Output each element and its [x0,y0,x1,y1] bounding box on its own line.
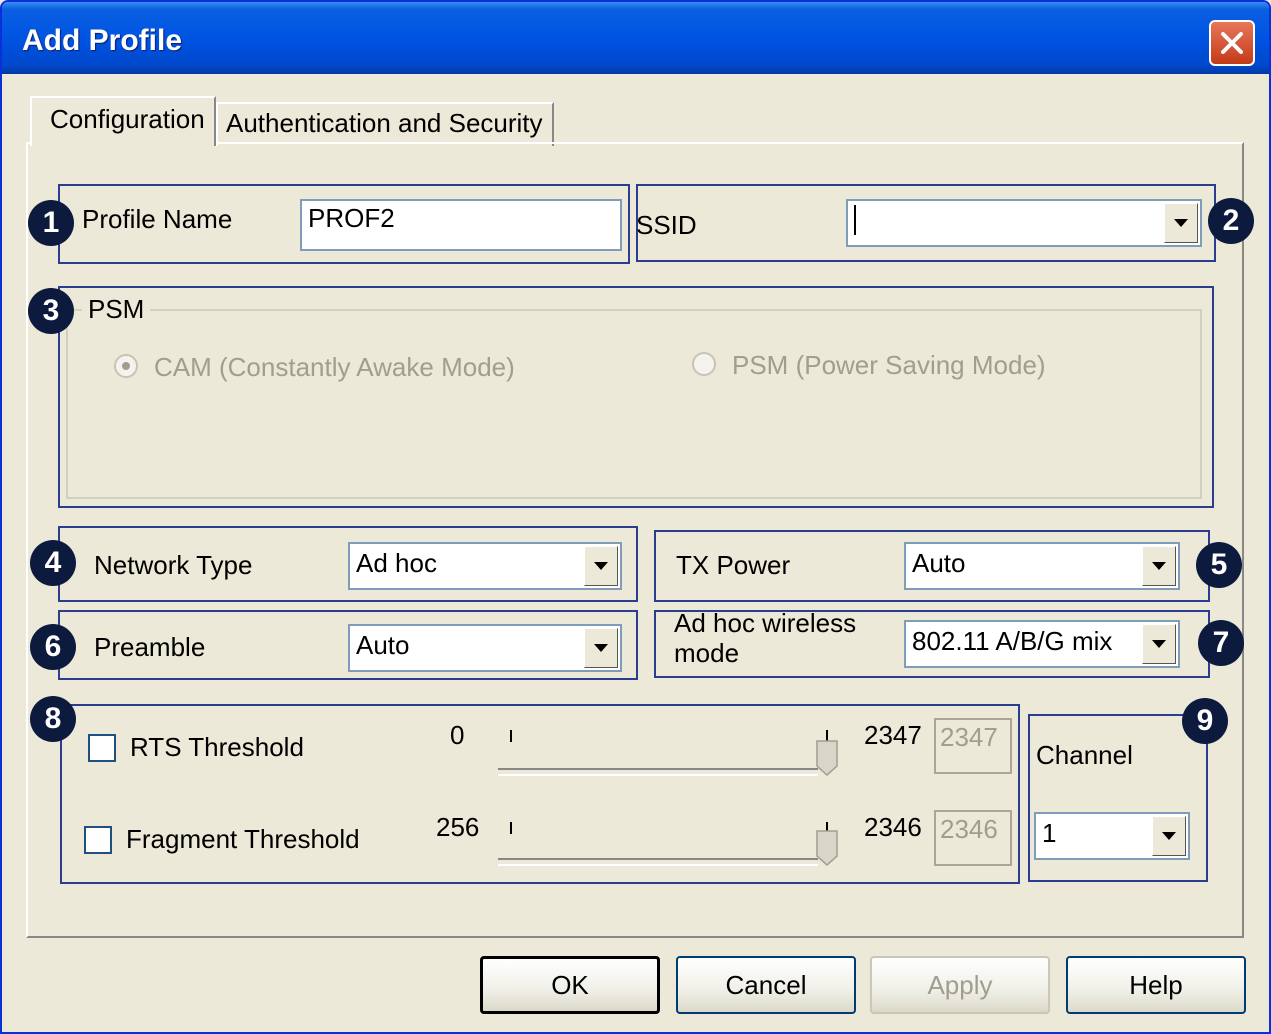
channel-value: 1 [1042,818,1057,848]
adhoc-mode-label-line1: Ad hoc wireless [674,608,857,638]
adhoc-mode-label: Ad hoc wireless mode [674,608,856,668]
rts-threshold-label: RTS Threshold [130,732,304,762]
callout-badge-1: 1 [28,200,74,246]
channel-label: Channel [1036,740,1133,770]
tab-authentication-security[interactable]: Authentication and Security [216,102,554,146]
tx-power-combo[interactable]: Auto [904,542,1180,590]
cam-label: CAM (Constantly Awake Mode) [154,352,515,382]
psm-radio[interactable] [692,352,716,376]
channel-combo[interactable]: 1 [1034,812,1190,860]
chevron-down-icon [594,644,608,652]
apply-button[interactable]: Apply [870,956,1050,1014]
channel-dropdown-button[interactable] [1152,816,1186,856]
callout-badge-2: 2 [1208,198,1254,244]
psm-option-label: PSM (Power Saving Mode) [732,350,1046,380]
rts-min-label: 0 [450,720,465,750]
fragment-slider-tick-min [510,822,512,834]
network-type-label: Network Type [94,550,253,580]
cam-radio[interactable] [114,354,138,378]
rts-value-field: 2347 [934,718,1012,774]
fragment-slider-thumb[interactable] [816,830,838,866]
window-title: Add Profile [22,24,183,57]
close-icon [1221,32,1243,54]
chevron-down-icon [1152,640,1166,648]
cancel-button[interactable]: Cancel [676,956,856,1014]
rts-slider-track[interactable] [498,768,818,776]
ssid-label: SSID [636,210,697,240]
tx-power-value: Auto [912,548,966,578]
adhoc-mode-label-line2: mode [674,638,740,668]
chevron-down-icon [594,562,608,570]
ssid-combo[interactable] [846,199,1202,247]
psm-title: PSM [82,294,151,325]
tx-power-label: TX Power [676,550,791,580]
add-profile-dialog: Add Profile Configuration Authentication… [0,0,1271,1034]
help-button[interactable]: Help [1066,956,1246,1014]
psm-fieldset [66,309,1202,499]
rts-threshold-checkbox[interactable] [88,734,116,762]
rts-max-label: 2347 [864,720,922,750]
callout-badge-8: 8 [30,696,76,742]
preamble-value: Auto [356,630,410,660]
profile-name-label: Profile Name [82,204,233,234]
ok-button[interactable]: OK [480,956,660,1014]
callout-badge-5: 5 [1196,542,1242,588]
fragment-threshold-checkbox[interactable] [84,826,112,854]
fragment-value-field: 2346 [934,810,1012,866]
tx-power-dropdown-button[interactable] [1142,546,1176,586]
adhoc-mode-dropdown-button[interactable] [1142,624,1176,664]
tab-configuration[interactable]: Configuration [30,96,216,146]
network-type-value: Ad hoc [356,548,437,578]
preamble-label: Preamble [94,632,206,662]
close-button[interactable] [1209,20,1255,66]
preamble-combo[interactable]: Auto [348,624,622,672]
chevron-down-icon [1174,219,1188,227]
rts-slider-thumb[interactable] [816,740,838,776]
callout-badge-4: 4 [30,540,76,586]
title-bar[interactable]: Add Profile [2,2,1269,74]
profile-name-input[interactable]: PROF2 [300,199,622,251]
callout-badge-3: 3 [28,288,74,334]
fragment-max-label: 2346 [864,812,922,842]
adhoc-mode-combo[interactable]: 802.11 A/B/G mix [904,620,1180,668]
callout-badge-9: 9 [1182,698,1228,744]
chevron-down-icon [1162,832,1176,840]
fragment-min-label: 256 [436,812,480,842]
callout-badge-6: 6 [30,624,76,670]
preamble-dropdown-button[interactable] [584,628,618,668]
network-type-dropdown-button[interactable] [584,546,618,586]
fragment-slider-track[interactable] [498,858,818,866]
adhoc-mode-value: 802.11 A/B/G mix [912,626,1113,656]
network-type-combo[interactable]: Ad hoc [348,542,622,590]
callout-badge-7: 7 [1198,620,1244,666]
ssid-dropdown-button[interactable] [1164,203,1198,243]
ssid-value[interactable] [854,205,856,235]
chevron-down-icon [1152,562,1166,570]
rts-slider-tick-min [510,730,512,742]
fragment-threshold-label: Fragment Threshold [126,824,360,854]
